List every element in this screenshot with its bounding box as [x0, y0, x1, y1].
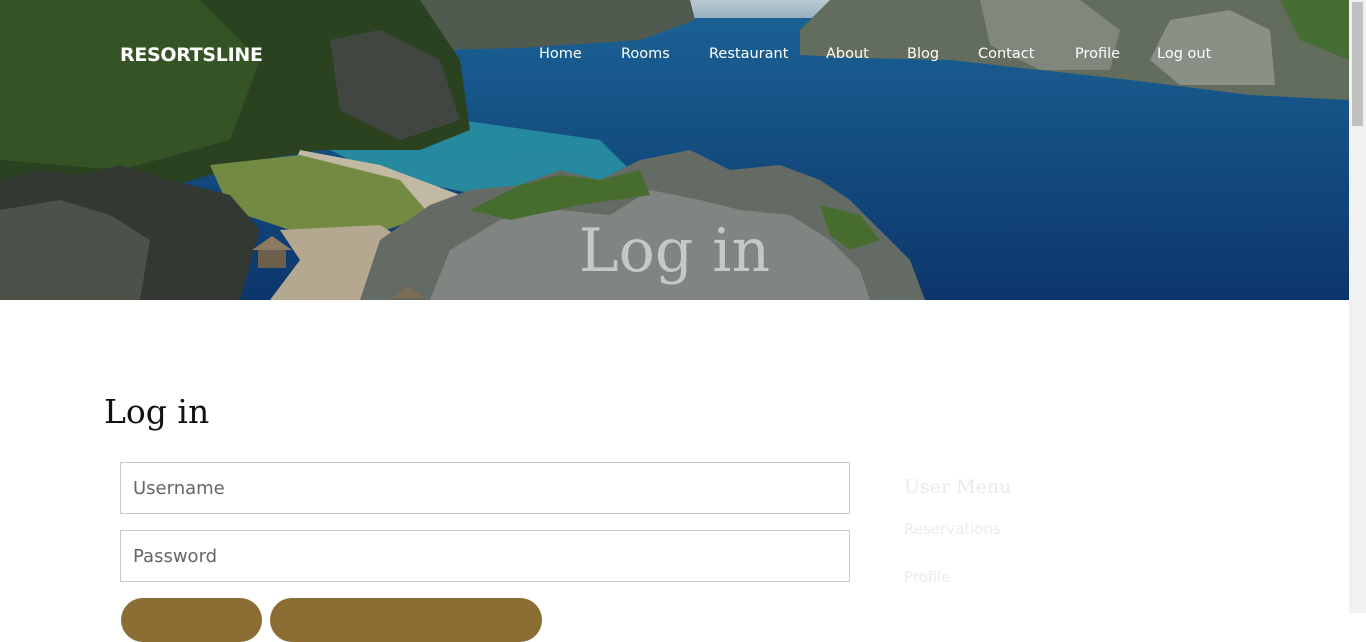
nav-item-about[interactable]: About	[826, 46, 869, 62]
nav-item-home[interactable]: Home	[539, 46, 582, 62]
nav-item-restaurant[interactable]: Restaurant	[709, 46, 788, 62]
login-heading: Log in	[104, 392, 210, 431]
hero-banner: RESORTSLINE Home Rooms Restaurant About …	[0, 0, 1349, 300]
nav-item-blog[interactable]: Blog	[907, 46, 939, 62]
secondary-button[interactable]	[270, 598, 542, 642]
user-menu-title: User Menu	[904, 476, 1012, 498]
hero-title: Log in	[578, 216, 771, 286]
username-input[interactable]	[120, 462, 850, 514]
nav-item-rooms[interactable]: Rooms	[621, 46, 670, 62]
nav-item-profile[interactable]: Profile	[1075, 46, 1120, 62]
nav-item-contact[interactable]: Contact	[978, 46, 1034, 62]
login-button[interactable]	[121, 598, 262, 642]
scrollbar-thumb[interactable]	[1352, 2, 1363, 126]
password-input[interactable]	[120, 530, 850, 582]
sidebar-link-reservations[interactable]: Reservations	[904, 520, 1001, 538]
page-scrollbar[interactable]	[1349, 0, 1366, 613]
nav-item-logout[interactable]: Log out	[1157, 46, 1211, 62]
main-nav: Home Rooms Restaurant About Blog Contact…	[0, 46, 1349, 66]
sidebar-link-profile[interactable]: Profile	[904, 568, 951, 586]
